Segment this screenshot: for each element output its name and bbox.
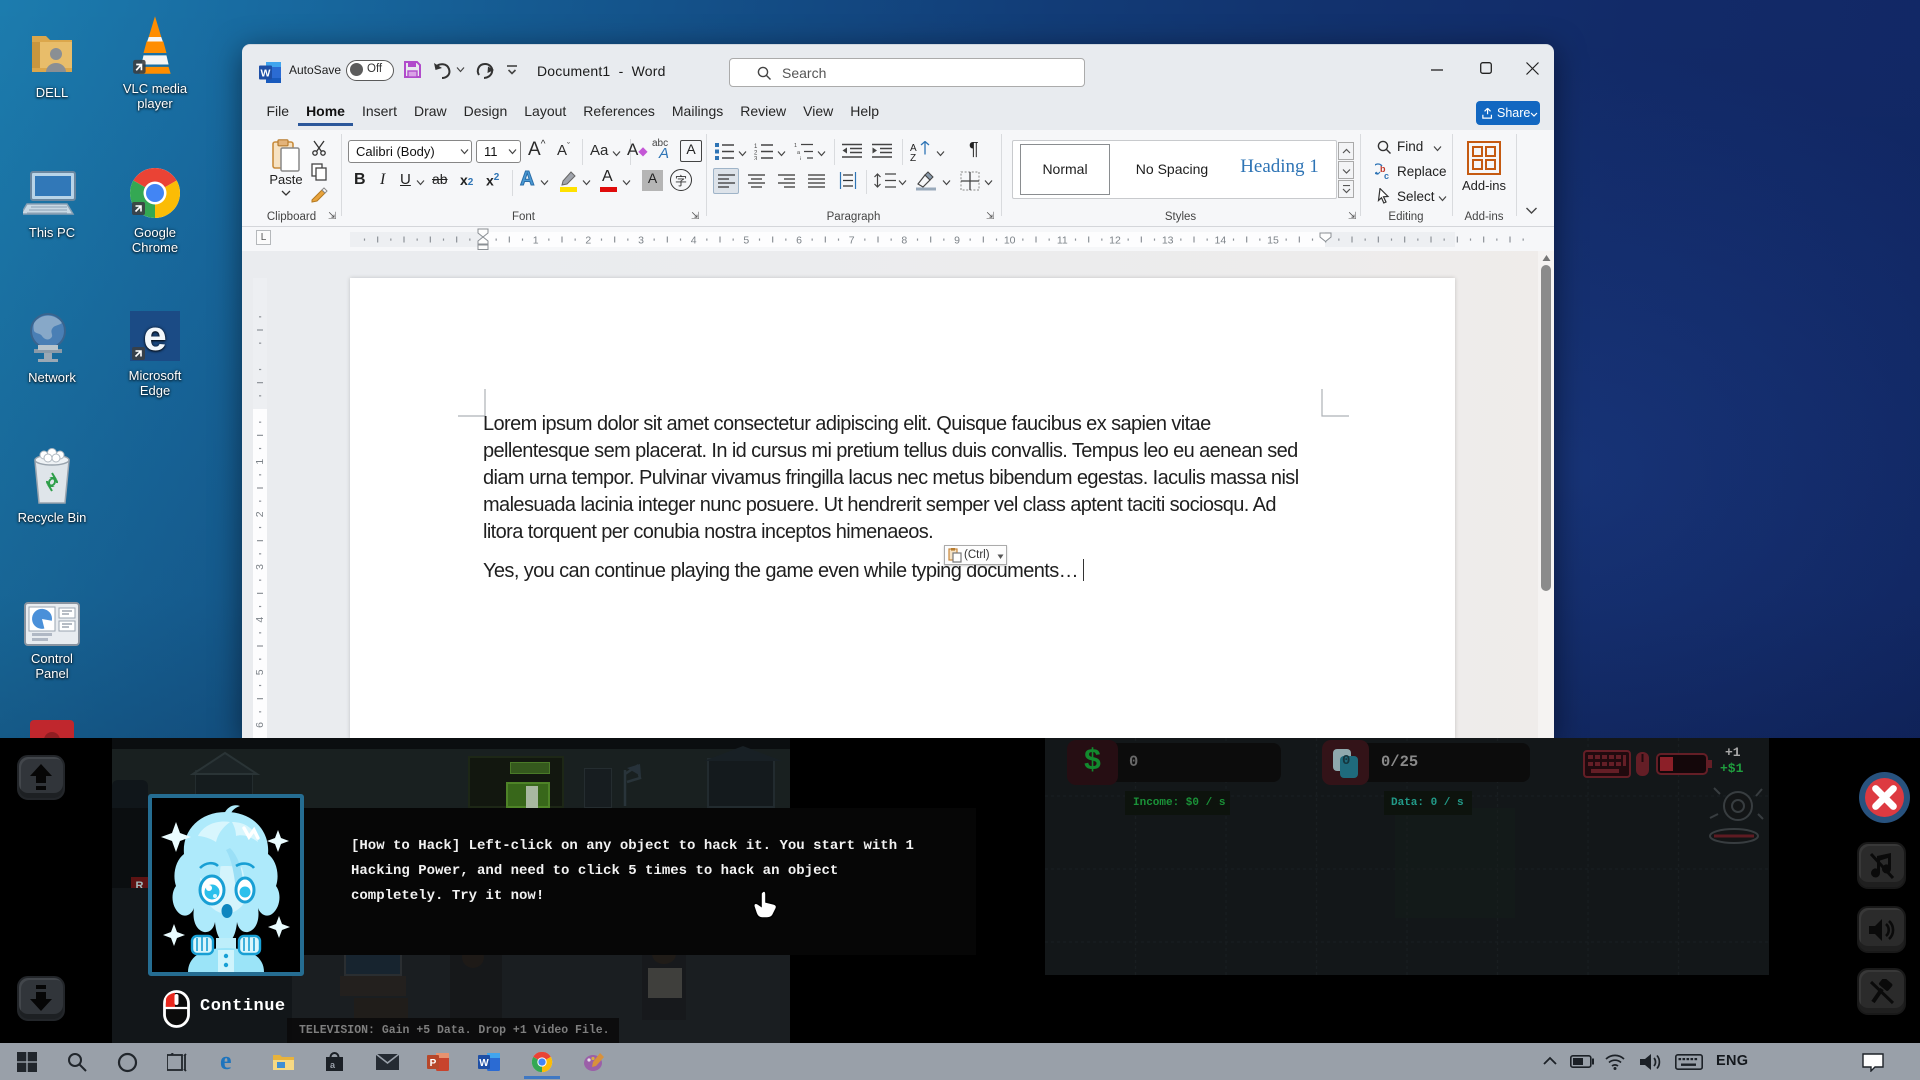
svg-text:6: 6 bbox=[796, 235, 802, 247]
svg-text:P: P bbox=[430, 1058, 437, 1069]
svg-text:1: 1 bbox=[754, 144, 758, 150]
svg-text:6: 6 bbox=[254, 722, 266, 728]
svg-text:e: e bbox=[143, 312, 166, 359]
svg-text:W: W bbox=[479, 1058, 489, 1069]
svg-text:W: W bbox=[261, 68, 271, 80]
svg-text:13: 13 bbox=[1162, 235, 1174, 247]
svg-text:4: 4 bbox=[254, 617, 266, 623]
svg-text:4: 4 bbox=[691, 235, 697, 247]
svg-text:1: 1 bbox=[794, 143, 797, 149]
svg-text:1: 1 bbox=[533, 235, 539, 247]
svg-text:a: a bbox=[797, 150, 801, 156]
svg-text:0: 0 bbox=[1342, 753, 1350, 769]
svg-text:3: 3 bbox=[754, 157, 758, 161]
svg-text:5: 5 bbox=[254, 669, 266, 675]
svg-text:11: 11 bbox=[1057, 235, 1068, 247]
svg-text:2: 2 bbox=[585, 235, 591, 247]
svg-text:3: 3 bbox=[254, 564, 266, 570]
svg-text:5: 5 bbox=[743, 235, 749, 247]
svg-text:3: 3 bbox=[638, 235, 644, 247]
svg-text:9: 9 bbox=[954, 235, 960, 247]
svg-text:2: 2 bbox=[254, 511, 266, 517]
svg-text:7: 7 bbox=[849, 235, 855, 247]
svg-text:10: 10 bbox=[1004, 235, 1016, 247]
svg-text:1: 1 bbox=[254, 459, 266, 465]
svg-text:c: c bbox=[1384, 171, 1389, 181]
svg-text:12: 12 bbox=[1109, 235, 1121, 247]
svg-text:15: 15 bbox=[1267, 235, 1279, 247]
svg-text:14: 14 bbox=[1214, 235, 1226, 247]
svg-text:Z: Z bbox=[910, 153, 916, 161]
svg-text:8: 8 bbox=[901, 235, 907, 247]
svg-text:i: i bbox=[800, 157, 801, 161]
